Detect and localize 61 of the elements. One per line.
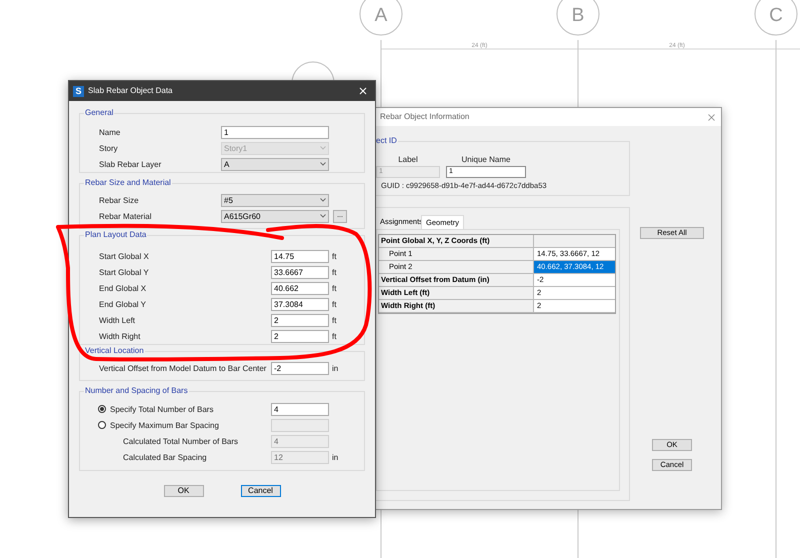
field-label: Width Right xyxy=(99,330,142,342)
grid-bubble: C xyxy=(754,0,798,36)
input-field[interactable] xyxy=(271,418,329,432)
dialog-button[interactable]: Cancel xyxy=(240,485,280,497)
input-field[interactable]: 40.662 xyxy=(271,282,329,294)
group-title: Vertical Location xyxy=(84,346,145,356)
field-label: Start Global Y xyxy=(99,266,150,278)
input-field[interactable]: -2 xyxy=(271,362,329,374)
dropdown[interactable]: #5 xyxy=(221,194,329,206)
field-label: Specify Maximum Bar Spacing xyxy=(110,420,220,432)
field-label: Calculated Bar Spacing xyxy=(123,452,208,464)
chevron-down-icon xyxy=(320,162,326,166)
chevron-down-icon xyxy=(320,146,326,150)
field-label: Label xyxy=(397,155,419,165)
group-title: Rebar Size and Material xyxy=(84,178,172,188)
unit-label: ft xyxy=(332,298,336,310)
input-field[interactable]: 37.3084 xyxy=(271,298,329,310)
input-field[interactable]: 14.75 xyxy=(271,250,329,262)
unit-label: ft xyxy=(332,314,336,326)
unit-label: in xyxy=(332,362,338,374)
field-label: Width Left xyxy=(99,314,136,326)
input-field[interactable]: 2 xyxy=(271,330,329,342)
input-field[interactable]: 1 xyxy=(221,126,329,138)
field-label: Specify Total Number of Bars xyxy=(110,404,214,416)
window-title: Slab Rebar Object Data xyxy=(88,85,172,97)
group-title: Number and Spacing of Bars xyxy=(84,386,189,396)
field-label: Rebar Size xyxy=(99,194,140,206)
unit-label: ft xyxy=(332,282,336,294)
radio-button[interactable] xyxy=(98,405,106,413)
input-field[interactable]: 4 xyxy=(271,434,329,448)
field-label: Vertical Offset from Model Datum to Bar Center xyxy=(99,362,268,374)
chevron-down-icon xyxy=(320,214,326,218)
field-label: Unique Name xyxy=(460,155,512,165)
dropdown[interactable]: A615Gr60 xyxy=(221,210,329,222)
group-title: Plan Layout Data xyxy=(84,230,148,240)
field-label: Rebar Material xyxy=(99,210,152,222)
dialog-button[interactable]: OK xyxy=(164,485,204,497)
input-field[interactable]: 33.6667 xyxy=(271,266,329,278)
input-field[interactable]: 12 xyxy=(271,450,329,464)
field-label: Story xyxy=(99,142,119,154)
input-field[interactable]: 4 xyxy=(271,402,329,416)
dropdown[interactable]: A xyxy=(221,158,329,170)
chevron-down-icon xyxy=(320,198,326,202)
window-title: Rebar Object Information xyxy=(380,111,470,123)
unit-label: ft xyxy=(332,330,336,342)
field-label: End Global Y xyxy=(99,298,147,310)
grid-bubble: A xyxy=(360,0,402,36)
group-title: ect ID xyxy=(376,136,398,146)
radio-button[interactable] xyxy=(98,421,106,429)
input-field[interactable]: 2 xyxy=(271,314,329,326)
unit-label: in xyxy=(332,452,338,464)
field-label: Name xyxy=(99,126,122,138)
unit-label: ft xyxy=(332,266,336,278)
field-label: Calculated Total Number of Bars xyxy=(123,436,240,448)
unit-label: ft xyxy=(332,250,336,262)
app-icon: S xyxy=(73,86,84,96)
field-label: Start Global X xyxy=(99,250,150,262)
field-label: Slab Rebar Layer xyxy=(99,158,162,170)
field-label: End Global X xyxy=(99,282,148,294)
group-title: General xyxy=(84,108,114,118)
grid-bubble: B xyxy=(556,0,600,36)
